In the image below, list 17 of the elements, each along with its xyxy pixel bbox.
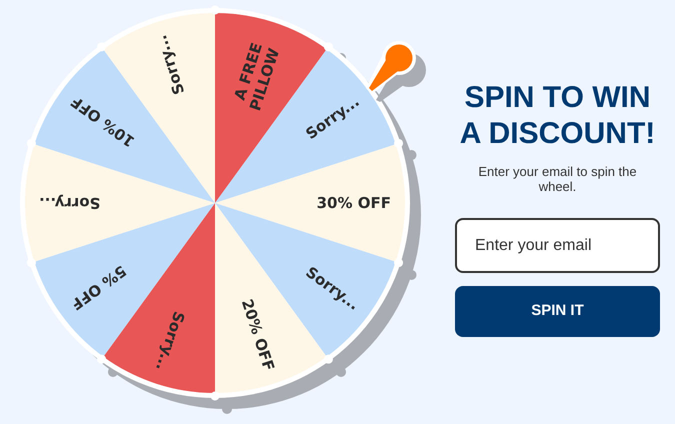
rim-dot [324, 354, 333, 364]
segment-label: 20% OFF [238, 296, 278, 374]
segment-label: 5% OFF [67, 262, 130, 314]
rim-dot [324, 42, 333, 52]
rim-dot [394, 258, 404, 268]
segment-label: 30% OFF [316, 194, 391, 212]
rim-dot [26, 138, 36, 148]
segment-label: Sorry... [39, 194, 100, 212]
spin-button[interactable]: SPIN IT [455, 286, 660, 337]
email-field[interactable]: Enter your email [455, 218, 660, 273]
rim-dot [26, 258, 36, 268]
rim-dot [97, 42, 106, 52]
subtitle: Enter your email to spin the wheel. [477, 164, 638, 194]
segment-label: Sorry... [152, 32, 188, 97]
rim-dot [97, 354, 106, 364]
rim-dot [394, 138, 404, 148]
heading: SPIN TO WIN A DISCOUNT! [458, 80, 656, 152]
